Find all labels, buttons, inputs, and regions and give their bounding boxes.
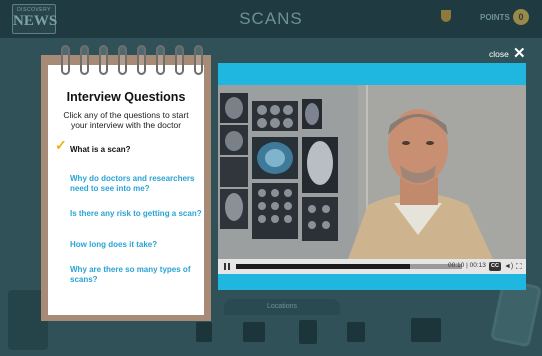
video-frame-image (218, 85, 526, 259)
close-icon: ✕ (513, 45, 526, 62)
question-why-see-into-me[interactable]: Why do doctors and researchers need to s… (70, 174, 205, 194)
ring-icon (156, 45, 165, 75)
trophy-icon (441, 10, 451, 22)
locations-tab: Locations (224, 299, 340, 315)
ring-icon (137, 45, 146, 75)
ring-icon (118, 45, 127, 75)
close-button[interactable]: close ✕ (489, 46, 529, 62)
cc-button[interactable]: CC (489, 262, 501, 271)
ring-icon (99, 45, 108, 75)
ring-icon (80, 45, 89, 75)
progress-bar[interactable] (236, 264, 462, 269)
location-icon-1 (196, 322, 212, 342)
points-label: POINTS (480, 13, 510, 22)
checkmark-icon: ✓ (55, 137, 67, 153)
stethoscope-icon (347, 322, 365, 342)
notepad-rings (61, 45, 221, 75)
ring-icon (61, 45, 70, 75)
camera-icon (411, 318, 441, 342)
video-controls: 00:10 | 00:13 CC ◄) ⛶ (218, 259, 526, 274)
fullscreen-icon[interactable]: ⛶ (516, 262, 522, 271)
close-label: close (489, 49, 509, 59)
ring-icon (175, 45, 184, 75)
progress-fill (236, 264, 411, 269)
notepad-instructions: Click any of the questions to start your… (63, 110, 189, 130)
location-icon-2 (243, 322, 265, 342)
video-area[interactable] (218, 85, 526, 259)
question-how-long[interactable]: How long does it take? (70, 240, 205, 250)
app-title: SCANS (239, 9, 303, 28)
points-badge: 0 (513, 9, 529, 25)
duration: 00:13 (469, 262, 486, 269)
current-time: 00:10 (448, 262, 465, 269)
time-display: 00:10 | 00:13 (448, 262, 486, 269)
question-types-of-scans[interactable]: Why are there so many types of scans? (70, 265, 205, 285)
app-header: DISCOVERY NEWS SCANS POINTS 0 (0, 0, 542, 38)
question-risk[interactable]: Is there any risk to getting a scan? (70, 209, 205, 219)
question-what-is-a-scan[interactable]: What is a scan? (70, 145, 205, 155)
pause-icon[interactable] (224, 263, 230, 270)
ring-icon (194, 45, 203, 75)
notepad-title: Interview Questions (66, 90, 186, 104)
volume-icon[interactable]: ◄) (504, 262, 513, 271)
location-icon-3 (299, 320, 317, 344)
